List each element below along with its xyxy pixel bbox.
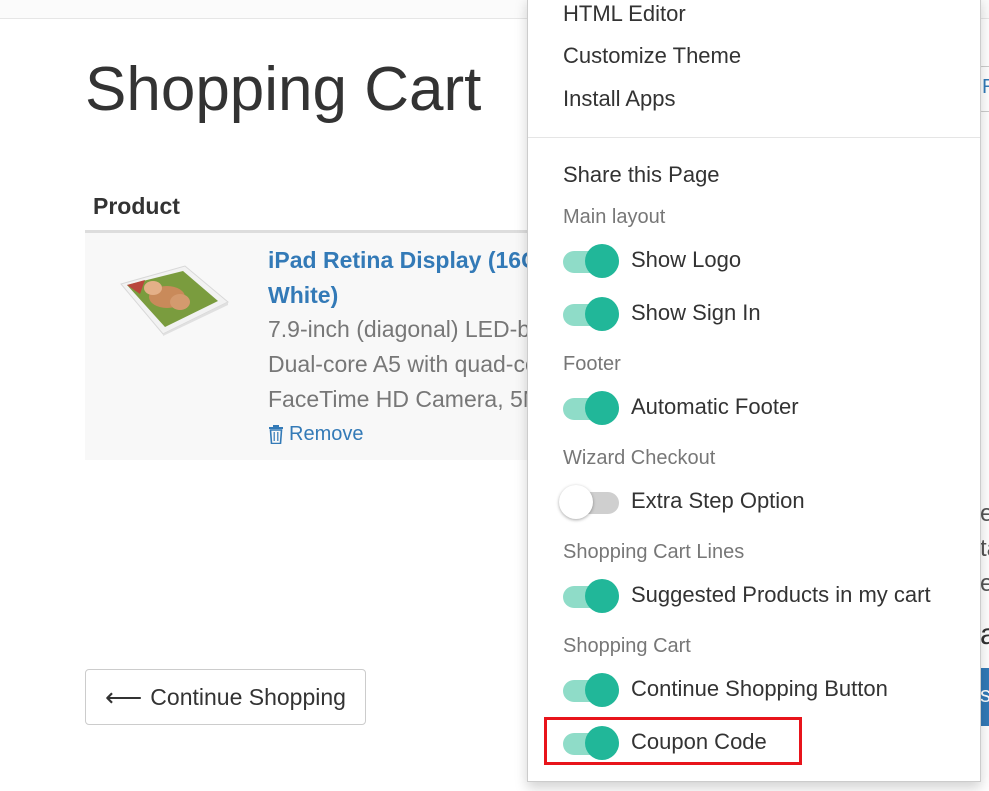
toggle-switch[interactable] <box>559 669 621 709</box>
menu-item-html-editor[interactable]: HTML Editor <box>563 1 686 27</box>
partial-checkout-button[interactable]: s <box>980 668 989 726</box>
toggle-switch[interactable] <box>559 575 621 615</box>
section-header-shopping-cart: Shopping Cart <box>563 635 691 657</box>
remove-label: Remove <box>289 423 364 445</box>
remove-item-link[interactable]: Remove <box>268 423 363 446</box>
toggle-switch[interactable] <box>559 293 621 333</box>
option-continue-shopping-button[interactable]: Continue Shopping Button <box>559 669 888 709</box>
partial-text: e <box>980 570 989 597</box>
product-name-link[interactable]: iPad Retina Display (16GB, White) <box>268 243 533 313</box>
menu-item-install-apps[interactable]: Install Apps <box>563 86 676 112</box>
toggle-switch[interactable] <box>559 240 621 280</box>
option-label: Show Sign In <box>631 300 761 325</box>
partial-text: s <box>980 682 989 707</box>
option-label: Continue Shopping Button <box>631 676 888 701</box>
option-label: Suggested Products in my cart <box>631 582 931 607</box>
product-desc-line: 7.9-inch (diagonal) LED-backlit <box>268 316 530 342</box>
toggle-switch[interactable] <box>559 481 621 521</box>
continue-shopping-label: Continue Shopping <box>150 683 346 710</box>
product-name-line2: White) <box>268 282 339 308</box>
customize-dropdown-menu: HTML Editor Customize Theme Install Apps… <box>527 0 981 782</box>
section-header-shopping-cart-lines: Shopping Cart Lines <box>563 541 745 563</box>
product-desc-line: Dual-core A5 with quad-core <box>268 351 530 377</box>
product-desc-line: FaceTime HD Camera, 5MP <box>268 386 530 412</box>
continue-shopping-button[interactable]: ⟵ Continue Shopping <box>85 669 366 725</box>
menu-divider <box>528 137 980 138</box>
toggle-switch[interactable] <box>559 387 621 427</box>
product-name-line1: iPad Retina Display (16GB, <box>268 247 533 273</box>
partial-text: a <box>980 618 989 651</box>
partial-text: R <box>982 76 989 99</box>
product-description: 7.9-inch (diagonal) LED-backlit Dual-cor… <box>268 312 530 417</box>
highlight-box-coupon-code <box>544 717 802 765</box>
product-thumbnail[interactable] <box>115 264 230 336</box>
partial-text: el <box>980 500 989 527</box>
trash-icon <box>269 425 283 444</box>
option-label: Automatic Footer <box>631 394 799 419</box>
section-header-footer: Footer <box>563 353 621 375</box>
table-header-product: Product <box>93 193 180 219</box>
option-label: Show Logo <box>631 247 742 272</box>
section-header-main-layout: Main layout <box>563 206 666 228</box>
option-automatic-footer[interactable]: Automatic Footer <box>559 387 799 427</box>
option-show-logo[interactable]: Show Logo <box>559 240 741 280</box>
page-title: Shopping Cart <box>85 55 482 124</box>
section-header-wizard-checkout: Wizard Checkout <box>563 447 716 469</box>
partial-text: ta <box>980 535 989 562</box>
option-suggested-products[interactable]: Suggested Products in my cart <box>559 575 931 615</box>
option-show-sign-in[interactable]: Show Sign In <box>559 293 761 333</box>
option-label: Extra Step Option <box>631 488 805 513</box>
option-extra-step[interactable]: Extra Step Option <box>559 481 805 521</box>
menu-item-customize-theme[interactable]: Customize Theme <box>563 43 741 69</box>
menu-item-share-page[interactable]: Share this Page <box>563 162 720 188</box>
arrow-left-icon: ⟵ <box>105 681 143 712</box>
